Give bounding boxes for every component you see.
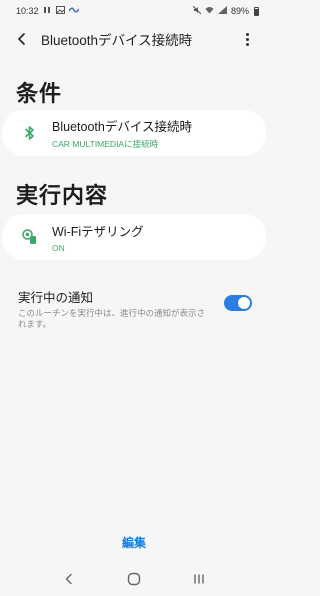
- wifi-icon: [205, 6, 214, 16]
- action-subtitle: ON: [52, 243, 65, 253]
- conditions-heading: 条件: [16, 81, 63, 106]
- app-bar: Bluetoothデバイス接続時: [0, 24, 268, 54]
- notification-toggle[interactable]: [224, 295, 252, 311]
- notification-setting-row[interactable]: 実行中の通知 このルーチンを実行中は、進行中の通知が表示されます。: [2, 280, 266, 330]
- battery-icon: [254, 6, 259, 16]
- app-notification-icon: [67, 6, 80, 16]
- battery-percent: 89%: [230, 6, 249, 16]
- edit-button[interactable]: 編集: [0, 534, 268, 554]
- toggle-knob: [238, 297, 250, 309]
- navigation-bar: [0, 566, 268, 592]
- actions-heading: 実行内容: [16, 183, 109, 208]
- nav-recents-icon: [194, 574, 205, 584]
- status-right: 89%: [192, 5, 259, 16]
- nav-home-button[interactable]: [119, 567, 149, 591]
- back-button[interactable]: [7, 24, 37, 54]
- notification-setting-text: 実行中の通知 このルーチンを実行中は、進行中の通知が表示されます。: [18, 280, 208, 330]
- page-title: Bluetoothデバイス接続時: [41, 33, 193, 48]
- notification-icon: [43, 6, 52, 16]
- status-bar: 10:32 89%: [0, 0, 268, 22]
- signal-icon: [217, 6, 227, 16]
- nav-home-icon: [127, 572, 141, 586]
- condition-title: Bluetoothデバイス接続時: [52, 120, 192, 134]
- more-options-button[interactable]: [235, 24, 259, 54]
- action-card[interactable]: Wi-Fiテザリング ON: [2, 214, 266, 260]
- wifi-hotspot-icon: [19, 226, 41, 248]
- nav-recents-button[interactable]: [184, 567, 214, 591]
- condition-card[interactable]: Bluetoothデバイス接続時 CAR MULTIMEDIAに接続時: [2, 110, 266, 156]
- back-arrow-icon: [18, 33, 25, 45]
- status-time: 10:32: [16, 6, 39, 16]
- condition-subtitle: CAR MULTIMEDIAに接続時: [52, 139, 159, 149]
- bluetooth-icon: [19, 122, 41, 144]
- status-left: 10:32: [16, 6, 80, 16]
- mute-icon: [192, 5, 202, 16]
- image-icon: [55, 6, 65, 16]
- more-vert-icon: [245, 32, 249, 46]
- nav-back-icon: [65, 573, 72, 585]
- action-title: Wi-Fiテザリング: [52, 225, 144, 239]
- nav-back-button[interactable]: [54, 567, 84, 591]
- action-card-text: Wi-Fiテザリング ON: [52, 221, 144, 253]
- notification-setting-title: 実行中の通知: [18, 291, 94, 305]
- notification-setting-description: このルーチンを実行中は、進行中の通知が表示されます。: [18, 308, 206, 329]
- condition-card-text: Bluetoothデバイス接続時 CAR MULTIMEDIAに接続時: [52, 116, 192, 150]
